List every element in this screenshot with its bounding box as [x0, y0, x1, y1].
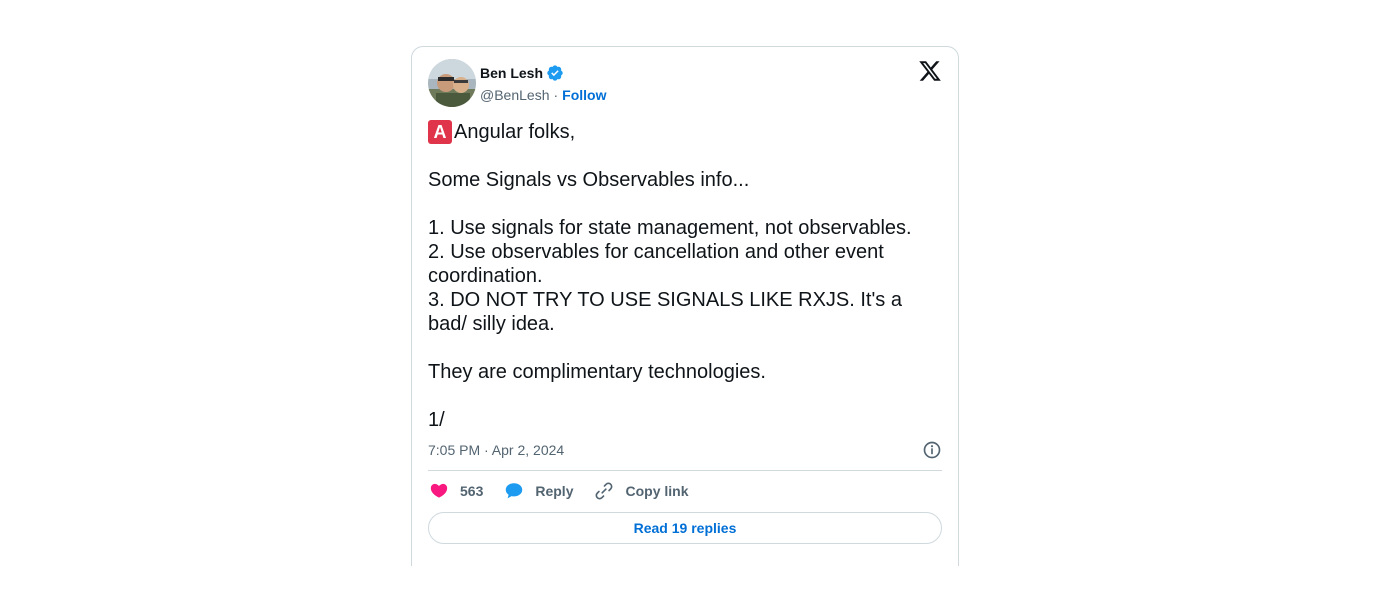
tweet-meta: 7:05 PM · Apr 2, 2024: [428, 439, 942, 461]
divider: [428, 470, 942, 471]
x-logo-icon[interactable]: [918, 59, 942, 83]
tweet-timestamp[interactable]: 7:05 PM · Apr 2, 2024: [428, 442, 564, 458]
handle-separator: ·: [553, 87, 559, 103]
copy-link-label: Copy link: [625, 483, 689, 499]
like-count: 563: [460, 483, 484, 499]
tweet-card: Ben Lesh @BenLesh · Follow A Angular folk…: [411, 46, 959, 566]
display-name[interactable]: Ben Lesh: [480, 65, 543, 81]
handle-row: @BenLesh · Follow: [480, 85, 606, 105]
tweet-text: A Angular folks, Some Signals vs Observab…: [428, 120, 944, 432]
tweet-actions: 563 Reply Copy link: [428, 479, 709, 503]
like-button[interactable]: 563: [428, 480, 483, 502]
reply-button[interactable]: Reply: [503, 480, 573, 502]
avatar[interactable]: [428, 59, 476, 107]
reply-label: Reply: [535, 483, 574, 499]
copy-link-button[interactable]: Copy link: [593, 480, 689, 502]
heart-icon: [430, 483, 448, 498]
info-icon[interactable]: [922, 440, 942, 460]
name-row: Ben Lesh: [480, 63, 606, 83]
tweet-first-line: Angular folks,: [454, 121, 576, 143]
verified-badge-icon: [546, 64, 564, 82]
link-icon: [596, 482, 613, 500]
user-handle[interactable]: @BenLesh: [480, 87, 549, 103]
user-block: Ben Lesh @BenLesh · Follow: [480, 63, 606, 105]
angular-badge-icon: A: [428, 120, 452, 144]
read-replies-button[interactable]: Read 19 replies: [428, 512, 942, 544]
read-replies-label: Read 19 replies: [633, 520, 737, 536]
tweet-body-text: Some Signals vs Observables info... 1. U…: [428, 169, 912, 431]
speech-bubble-icon: [506, 483, 523, 499]
follow-link[interactable]: Follow: [562, 87, 606, 103]
tweet-header: Ben Lesh @BenLesh · Follow: [428, 59, 942, 107]
